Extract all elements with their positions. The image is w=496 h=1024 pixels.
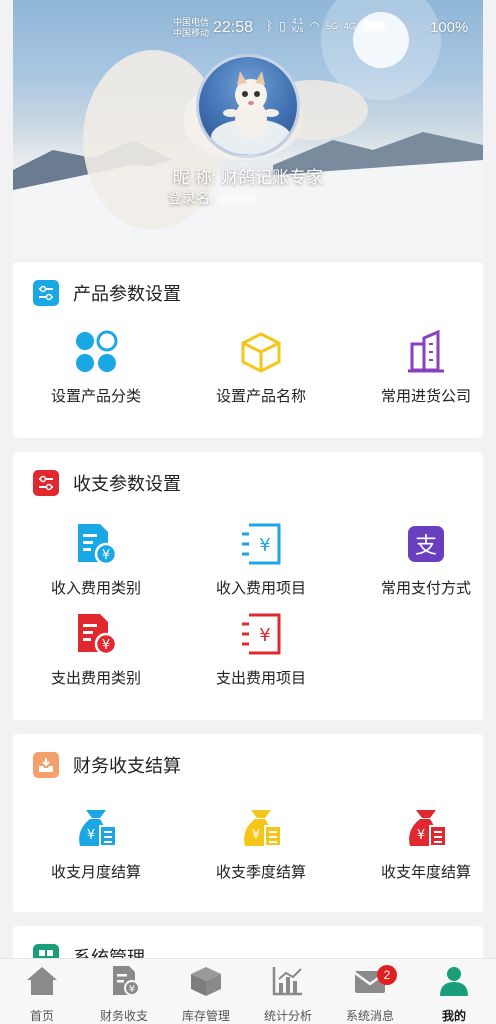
section-title: 产品参数设置	[73, 284, 181, 304]
tray-icon	[33, 752, 59, 778]
inventory-box-icon	[191, 967, 221, 996]
section-title: 收支参数设置	[73, 474, 181, 494]
sliders-icon	[33, 280, 59, 306]
svg-text:¥: ¥	[129, 984, 135, 995]
svg-text:¥: ¥	[259, 625, 270, 646]
signal-4g-icon: 4G	[343, 21, 356, 31]
svg-text:¥: ¥	[87, 828, 95, 843]
item-supplier-company[interactable]: 常用进货公司	[346, 329, 496, 406]
item-product-name[interactable]: 设置产品名称	[181, 330, 341, 406]
user-icon	[440, 967, 468, 996]
item-income-category[interactable]: ¥ 收入费用类别	[16, 522, 176, 598]
unread-badge: 2	[377, 965, 397, 985]
login-line: 登录名:	[168, 188, 258, 208]
svg-text:¥: ¥	[259, 535, 270, 556]
alipay-icon: 支	[408, 526, 444, 562]
svg-text:¥: ¥	[252, 828, 260, 843]
nickname-line: 昵 称: 财鸽记账专家	[0, 163, 496, 188]
bottom-tab-bar: 首页 ¥ 财务收支 库存管理 统计分析 2 系统消息 我的	[0, 958, 496, 1024]
tab-messages[interactable]: 2 系统消息	[329, 965, 411, 1024]
nickname-value: 财鸽记账专家	[221, 168, 324, 187]
money-bag-icon: ¥	[409, 810, 447, 847]
item-yearly-settlement[interactable]: ¥ 收支年度结算	[346, 806, 496, 882]
bluetooth-icon: ᛒ	[266, 19, 274, 33]
svg-text:¥: ¥	[417, 828, 425, 843]
building-icon	[408, 329, 444, 373]
yen-list-icon: ¥	[242, 523, 281, 565]
finance-doc-icon: ¥	[113, 966, 140, 996]
svg-text:¥: ¥	[102, 548, 110, 563]
carrier-label: 中国电信 中国移动	[173, 17, 210, 38]
section-title: 财务收支结算	[73, 756, 181, 776]
svg-text:支: 支	[415, 534, 437, 559]
login-value-blurred	[217, 193, 258, 206]
category-icon	[76, 330, 118, 372]
svg-text:¥: ¥	[102, 638, 110, 653]
battery-percent: 100%	[430, 19, 469, 36]
box-icon	[241, 332, 281, 373]
battery-icon	[361, 20, 386, 32]
tab-finance[interactable]: ¥ 财务收支	[83, 965, 165, 1024]
home-icon	[27, 967, 57, 995]
sliders-icon	[33, 470, 59, 496]
avatar[interactable]	[196, 54, 300, 158]
tab-home[interactable]: 首页	[1, 965, 83, 1024]
vibrate-icon: ▯	[279, 19, 286, 33]
tab-inventory[interactable]: 库存管理	[165, 965, 247, 1024]
doc-yen-icon: ¥	[78, 524, 118, 566]
item-product-category[interactable]: 设置产品分类	[16, 330, 176, 406]
money-bag-icon: ¥	[244, 810, 282, 847]
item-quarterly-settlement[interactable]: ¥ 收支季度结算	[181, 806, 341, 882]
status-bar: 中国电信 中国移动 22:58 ᛒ ▯ 4.1 K/s ◠ 5G 4G 100%	[0, 0, 496, 60]
section-product-settings: 产品参数设置 设置产品分类 设置产品名称 常用进货公司	[13, 262, 483, 438]
money-bag-icon: ¥	[79, 810, 117, 847]
item-monthly-settlement[interactable]: ¥ 收支月度结算	[16, 806, 176, 882]
nickname-label: 昵 称:	[172, 168, 217, 187]
net-speed: 4.1 K/s	[291, 17, 304, 34]
doc-yen-icon: ¥	[78, 614, 118, 656]
bar-chart-icon	[272, 967, 302, 996]
clock: 22:58	[213, 19, 254, 36]
item-expense-item[interactable]: ¥ 支出费用项目	[181, 612, 341, 688]
item-income-item[interactable]: ¥ 收入费用项目	[181, 522, 341, 598]
signal-5g-icon: 5G	[325, 21, 338, 31]
wifi-icon: ◠	[309, 19, 320, 33]
tab-statistics[interactable]: 统计分析	[247, 965, 329, 1024]
section-income-expense-settings: 收支参数设置 ¥ 收入费用类别 ¥ 收入费用项目 支 常用支付方式 ¥ 支出费用…	[13, 452, 483, 720]
section-settlement: 财务收支结算 ¥ 收支月度结算 ¥ 收支季度结算 ¥ 收支年度结算	[13, 734, 483, 912]
login-label: 登录名:	[168, 190, 214, 206]
yen-list-icon: ¥	[242, 613, 281, 655]
item-payment-method[interactable]: 支 常用支付方式	[346, 522, 496, 598]
tab-mine[interactable]: 我的	[413, 965, 495, 1024]
item-expense-category[interactable]: ¥ 支出费用类别	[16, 612, 176, 688]
